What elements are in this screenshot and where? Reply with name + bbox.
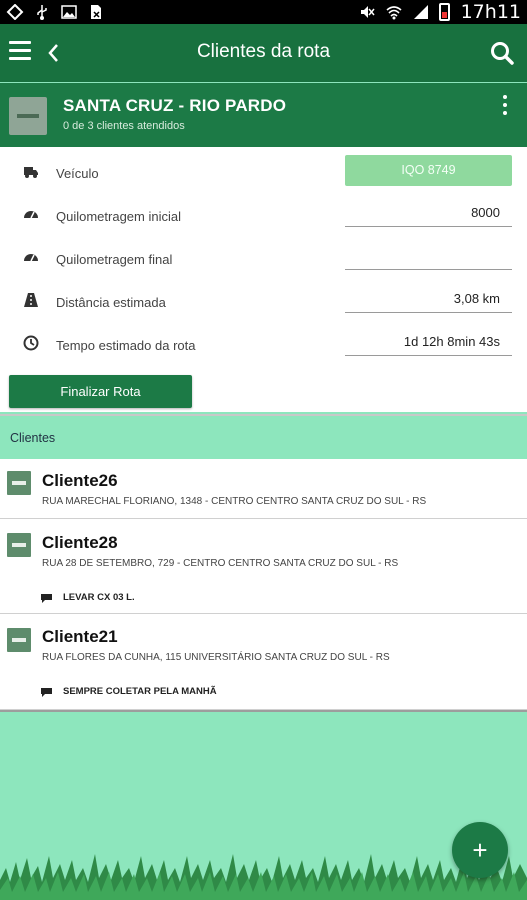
list-divider	[0, 710, 527, 712]
km-start-field[interactable]: 8000	[345, 195, 512, 227]
client-name: Cliente28	[42, 533, 118, 552]
wifi-icon	[386, 6, 402, 20]
route-name: SANTA CRUZ - RIO PARDO	[63, 96, 287, 115]
mute-icon	[360, 6, 375, 18]
finalize-route-button[interactable]: Finalizar Rota	[9, 375, 192, 408]
grass-decoration	[0, 854, 527, 900]
clock: 17h11	[460, 1, 521, 23]
km-end-field[interactable]	[345, 238, 512, 270]
km-end-label: Quilometragem final	[56, 252, 173, 267]
clients-header-label: Clientes	[10, 431, 56, 445]
time-label: Tempo estimado da rota	[56, 338, 196, 353]
client-address: RUA 28 DE SETEMBRO, 729 - CENTRO CENTRO …	[42, 558, 399, 569]
location-icon	[6, 4, 24, 20]
search-icon[interactable]	[489, 40, 515, 66]
clients-section-header: Clientes	[0, 414, 527, 459]
vehicle-row: Veículo IQO 8749	[0, 152, 527, 192]
clock-icon	[23, 335, 39, 351]
comment-icon	[41, 593, 52, 603]
speedometer-icon	[24, 254, 38, 262]
km-end-row: Quilometragem final	[0, 238, 527, 278]
speedometer-icon	[24, 211, 38, 219]
app-bar: Clientes da rota	[0, 24, 527, 82]
time-field: 1d 12h 8min 43s	[345, 324, 512, 356]
page-title: Clientes da rota	[196, 41, 331, 62]
status-bar: 17h11	[0, 0, 527, 24]
client-collapse-button[interactable]	[7, 533, 31, 557]
road-icon	[24, 293, 38, 307]
distance-field: 3,08 km	[345, 281, 512, 313]
route-header: SANTA CRUZ - RIO PARDO 0 de 3 clientes a…	[0, 83, 527, 147]
client-collapse-button[interactable]	[7, 471, 31, 495]
client-name: Cliente21	[42, 627, 118, 646]
time-row: Tempo estimado da rota 1d 12h 8min 43s	[0, 324, 527, 364]
client-collapse-button[interactable]	[7, 628, 31, 652]
distance-label: Distância estimada	[56, 295, 166, 310]
truck-icon	[24, 167, 38, 178]
client-address: RUA MARECHAL FLORIANO, 1348 - CENTRO CEN…	[42, 496, 427, 507]
add-client-button[interactable]: +	[452, 822, 508, 878]
km-start-row: Quilometragem inicial 8000	[0, 195, 527, 235]
battery-icon	[438, 3, 450, 21]
signal-icon	[413, 5, 428, 19]
vehicle-button[interactable]: IQO 8749	[345, 155, 512, 186]
client-card[interactable]: Cliente28 RUA 28 DE SETEMBRO, 729 - CENT…	[0, 519, 527, 614]
client-note: SEMPRE COLETAR PELA MANHÃ	[40, 686, 217, 697]
client-note-text: SEMPRE COLETAR PELA MANHÃ	[63, 686, 217, 697]
vehicle-label: Veículo	[56, 166, 99, 181]
km-start-label: Quilometragem inicial	[56, 209, 181, 224]
usb-icon	[37, 5, 47, 20]
client-note-text: LEVAR CX 03 L.	[63, 592, 135, 603]
client-name: Cliente26	[42, 471, 118, 490]
route-collapse-button[interactable]	[9, 97, 47, 135]
image-icon	[61, 5, 77, 19]
route-details: Veículo IQO 8749 Quilometragem inicial 8…	[0, 147, 527, 412]
distance-row: Distância estimada 3,08 km	[0, 281, 527, 321]
route-progress: 0 de 3 clientes atendidos	[63, 120, 185, 132]
client-address: RUA FLORES DA CUNHA, 115 UNIVERSITÁRIO S…	[42, 652, 390, 663]
plus-icon: +	[472, 835, 488, 865]
client-list: Cliente26 RUA MARECHAL FLORIANO, 1348 - …	[0, 459, 527, 710]
comment-icon	[41, 687, 52, 697]
client-card[interactable]: Cliente21 RUA FLORES DA CUNHA, 115 UNIVE…	[0, 614, 527, 710]
file-icon	[91, 5, 101, 19]
client-card[interactable]: Cliente26 RUA MARECHAL FLORIANO, 1348 - …	[0, 459, 527, 519]
client-note: LEVAR CX 03 L.	[40, 592, 135, 603]
more-options-icon[interactable]	[503, 95, 509, 119]
